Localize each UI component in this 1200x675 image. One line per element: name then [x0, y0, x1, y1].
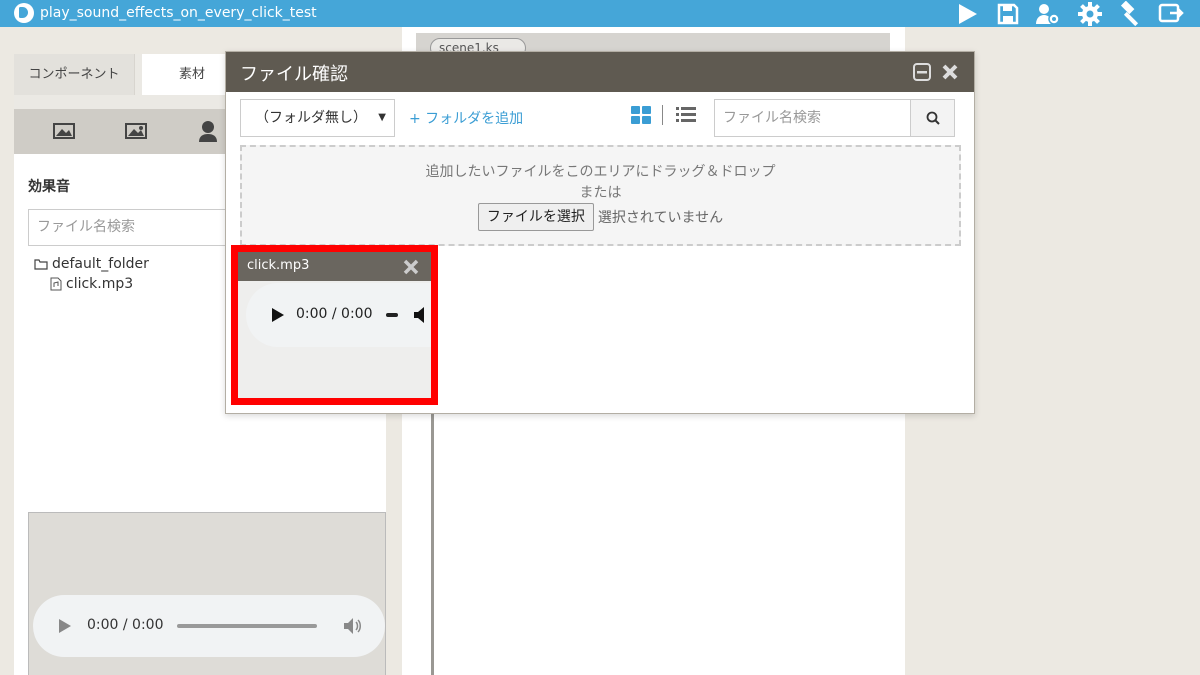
section-title: 効果音: [28, 179, 70, 195]
choose-file-button[interactable]: ファイルを選択: [477, 203, 594, 231]
drop-zone[interactable]: 追加したいファイルをこのエリアにドラッグ＆ドロップ または ファイルを選択 選択…: [240, 145, 961, 246]
dropdown-arrow-icon: ▼: [378, 112, 386, 123]
grid-view-icon[interactable]: [631, 106, 651, 124]
seek-bar[interactable]: [386, 313, 398, 317]
tree-folder[interactable]: default_folder: [34, 256, 149, 272]
file-search-input[interactable]: ファイル名検索: [714, 99, 911, 137]
image-icon[interactable]: [124, 120, 148, 142]
tab-components[interactable]: コンポーネント: [14, 54, 135, 95]
users-settings-icon[interactable]: [1035, 1, 1061, 27]
save-icon[interactable]: [995, 1, 1021, 27]
audio-file-icon: [50, 277, 62, 291]
app-logo-icon: [14, 3, 34, 23]
close-icon[interactable]: [940, 62, 960, 82]
search-button[interactable]: [910, 99, 955, 137]
file-card-header: click.mp3: [238, 252, 431, 281]
preview-time: 0:00 / 0:00: [87, 617, 164, 633]
delete-file-icon[interactable]: [403, 259, 419, 275]
tree-file[interactable]: click.mp3: [50, 276, 133, 292]
file-confirm-dialog: ファイル確認 （フォルダ無し） ▼ + フォルダを追加 ファイル名検索 追加した…: [225, 51, 975, 414]
minimize-icon[interactable]: [912, 62, 932, 82]
search-icon: [926, 111, 940, 125]
drop-or: または: [579, 185, 622, 201]
volume-icon[interactable]: [343, 617, 363, 635]
export-icon[interactable]: [1158, 1, 1184, 27]
app-title-bar: play_sound_effects_on_every_click_test: [0, 0, 1200, 27]
dialog-title: ファイル確認: [240, 64, 348, 85]
folder-icon: [34, 258, 48, 270]
list-view-icon[interactable]: [676, 106, 696, 124]
play-icon[interactable]: [272, 308, 284, 322]
file-label: click.mp3: [66, 276, 134, 292]
volume-icon[interactable]: [414, 307, 426, 323]
preview-audio-player[interactable]: 0:00 / 0:00: [33, 595, 385, 657]
background-image-icon[interactable]: [52, 120, 76, 142]
character-icon[interactable]: [196, 120, 220, 142]
no-file-selected-text: 選択されていません: [597, 210, 724, 226]
drop-instruction: 追加したいファイルをこのエリアにドラッグ＆ドロップ: [425, 164, 776, 180]
left-search-input[interactable]: ファイル名検索: [28, 209, 248, 246]
view-separator: [662, 105, 663, 125]
file-card-name: click.mp3: [247, 258, 310, 273]
folder-label: default_folder: [52, 256, 149, 272]
hammer-icon[interactable]: [1118, 1, 1144, 27]
folder-select-value: （フォルダ無し）: [255, 110, 367, 126]
play-icon[interactable]: [59, 619, 71, 633]
add-folder-link[interactable]: + フォルダを追加: [409, 108, 523, 128]
file-audio-time: 0:00 / 0:00: [296, 306, 373, 322]
play-icon[interactable]: [954, 1, 980, 27]
folder-select[interactable]: （フォルダ無し） ▼: [240, 99, 395, 137]
file-card[interactable]: click.mp3 0:00 / 0:00: [231, 245, 438, 405]
project-title: play_sound_effects_on_every_click_test: [40, 5, 317, 21]
gear-icon[interactable]: [1077, 1, 1103, 27]
file-audio-player[interactable]: 0:00 / 0:00: [246, 283, 431, 347]
preview-box: 0:00 / 0:00: [28, 512, 386, 675]
seek-bar[interactable]: [177, 624, 317, 628]
dialog-header: ファイル確認: [226, 52, 974, 92]
editor-gutter: [431, 414, 434, 675]
file-choose-row: ファイルを選択 選択されていません: [242, 203, 959, 231]
